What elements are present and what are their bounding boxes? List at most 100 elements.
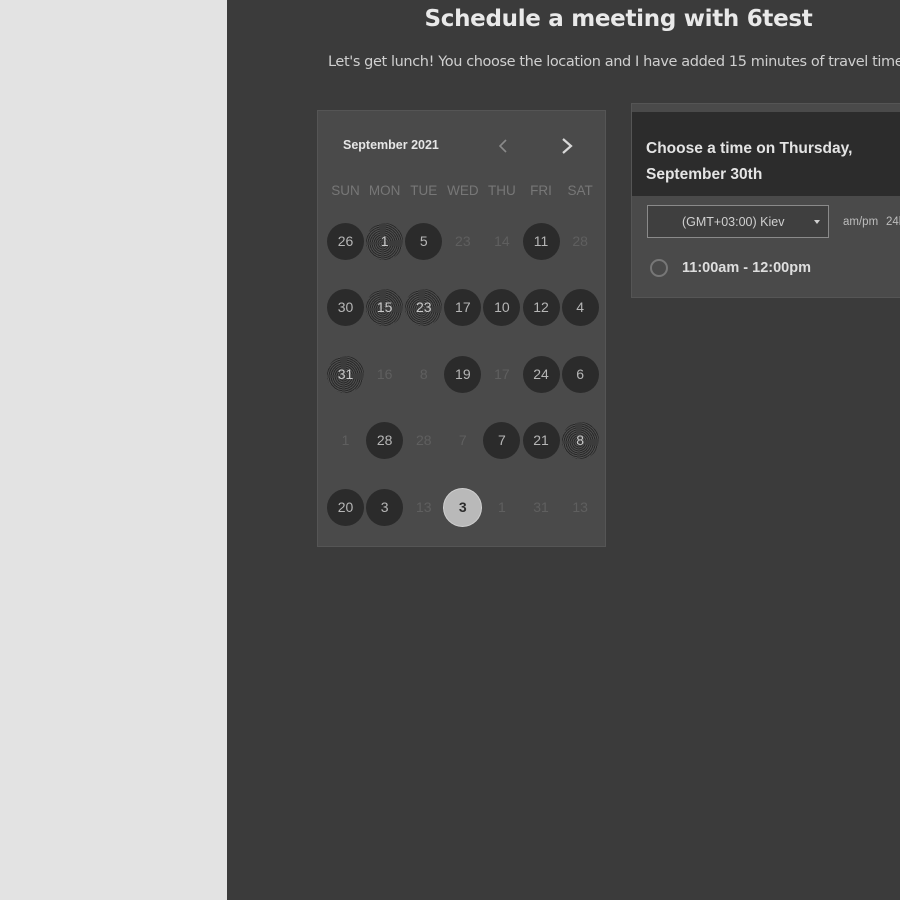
weekday-label: TUE (410, 183, 438, 198)
calendar-day: 8 (404, 354, 443, 394)
calendar-day-number: 16 (376, 366, 393, 382)
calendar-day: 28 (561, 221, 600, 261)
calendar-day-number: 17 (444, 288, 482, 326)
calendar-day: 28 (404, 420, 443, 460)
calendar-day-number: 28 (572, 233, 588, 249)
timezone-value: (GMT+03:00) Kiev (682, 214, 785, 229)
calendar-day: 7 (443, 420, 482, 460)
calendar-day[interactable]: 15 (365, 287, 404, 327)
calendar-week-row: 31 16 8 19 17 24 6 (326, 354, 600, 394)
calendar-day-number: 30 (327, 288, 365, 326)
caret-down-icon (814, 220, 820, 224)
calendar-day[interactable]: 20 (326, 487, 365, 527)
calendar-month-label: September 2021 (343, 138, 439, 152)
main-content: Schedule a meeting with 6test Let's get … (227, 0, 900, 900)
calendar-day-number: 6 (561, 355, 599, 393)
calendar-day-number: 28 (366, 421, 404, 459)
calendar-day-number: 3 (444, 488, 482, 526)
calendar-day-number: 4 (561, 288, 599, 326)
calendar-day: 23 (443, 221, 482, 261)
previous-month-button[interactable] (492, 135, 514, 157)
format-24h-toggle[interactable]: 24h (886, 216, 900, 228)
time-panel-title: Choose a time on Thursday, September 30t… (646, 140, 853, 183)
calendar-day[interactable]: 17 (443, 287, 482, 327)
calendar-day-number: 15 (366, 288, 404, 326)
calendar-day-number: 1 (366, 222, 404, 260)
calendar-day-number: 12 (522, 288, 560, 326)
calendar-day-number: 1 (498, 499, 506, 515)
time-slot-label: 11:00am - 12:00pm (682, 260, 811, 276)
calendar-day: 31 (521, 487, 560, 527)
page-title: Schedule a meeting with 6test (424, 6, 813, 32)
time-selection-panel: Choose a time on Thursday, September 30t… (631, 103, 900, 298)
calendar-day[interactable]: 12 (521, 287, 560, 327)
calendar-day[interactable]: 4 (561, 287, 600, 327)
calendar-day-number: 31 (327, 355, 365, 393)
weekday-label: FRI (530, 183, 552, 198)
calendar-day-number: 8 (419, 366, 428, 382)
calendar-day[interactable]: 31 (326, 354, 365, 394)
radio-icon (650, 259, 668, 277)
calendar-week-row: 20 3 13 3 1 31 13 (326, 487, 600, 527)
next-month-button[interactable] (556, 135, 578, 157)
calendar-day: 16 (365, 354, 404, 394)
calendar-day[interactable]: 6 (561, 354, 600, 394)
chevron-left-icon (498, 139, 507, 153)
calendar-day-number: 23 (405, 288, 443, 326)
calendar-day[interactable]: 30 (326, 287, 365, 327)
calendar-day-number: 13 (415, 499, 432, 515)
calendar-day-number: 28 (415, 432, 432, 448)
calendar-week-row: 26 1 5 23 14 11 28 (326, 221, 600, 261)
calendar-day-number: 17 (494, 366, 510, 382)
weekday-header-row: SUN MON TUE WED THU FRI SAT (326, 183, 600, 198)
weekday-label: WED (447, 183, 479, 198)
time-panel-header: Choose a time on Thursday, September 30t… (632, 112, 900, 196)
calendar-day-number: 11 (522, 222, 560, 260)
calendar-day[interactable]: 7 (482, 420, 521, 460)
calendar-day[interactable]: 19 (443, 354, 482, 394)
calendar-day[interactable]: 28 (365, 420, 404, 460)
calendar-day-number: 7 (458, 432, 467, 448)
calendar-day-number: 1 (341, 432, 350, 448)
format-ampm-toggle[interactable]: am/pm (843, 216, 878, 228)
chevron-right-icon (562, 138, 573, 154)
weekday-label: SUN (331, 183, 360, 198)
calendar-day-number: 31 (533, 499, 549, 515)
calendar-day-number: 20 (327, 488, 365, 526)
weekday-label: MON (368, 183, 401, 198)
calendar-day: 13 (561, 487, 600, 527)
calendar-week-row: 1 28 28 7 7 21 8 (326, 420, 600, 460)
calendar-day-number: 10 (483, 288, 521, 326)
calendar-day[interactable]: 21 (521, 420, 560, 460)
page-description: Let's get lunch! You choose the location… (328, 54, 900, 70)
calendar-day[interactable]: 10 (482, 287, 521, 327)
calendar-day: 1 (326, 420, 365, 460)
calendar-day[interactable]: 8 (561, 420, 600, 460)
time-slot-option[interactable]: 11:00am - 12:00pm (650, 259, 811, 277)
calendar-day-number: 19 (444, 355, 482, 393)
calendar-day[interactable]: 24 (521, 354, 560, 394)
timezone-select[interactable]: (GMT+03:00) Kiev (647, 205, 829, 238)
calendar-day-selected[interactable]: 3 (443, 487, 482, 527)
calendar-day-number: 26 (327, 222, 365, 260)
calendar-day-number: 13 (572, 499, 588, 515)
calendar-day-number: 14 (494, 233, 510, 249)
calendar-day-number: 21 (522, 421, 560, 459)
calendar-day: 1 (482, 487, 521, 527)
calendar-day-grid: 26 1 5 23 14 11 28 30 15 23 17 10 12 4 31 16 8 19 17 24 6 1 28… (326, 221, 600, 541)
weekday-label: THU (488, 183, 516, 198)
calendar-day-number: 8 (561, 421, 599, 459)
calendar-day[interactable]: 3 (365, 487, 404, 527)
calendar-day[interactable]: 5 (404, 221, 443, 261)
calendar-day[interactable]: 23 (404, 287, 443, 327)
calendar-day-number: 5 (405, 222, 443, 260)
calendar-day-number: 3 (366, 488, 404, 526)
calendar-day[interactable]: 26 (326, 221, 365, 261)
calendar-day: 13 (404, 487, 443, 527)
calendar-day[interactable]: 11 (521, 221, 560, 261)
calendar-day: 14 (482, 221, 521, 261)
calendar-panel: September 2021 SUN MON TUE WED THU FRI SAT 26 1… (317, 110, 606, 547)
calendar-day: 17 (482, 354, 521, 394)
calendar-day[interactable]: 1 (365, 221, 404, 261)
weekday-label: SAT (567, 183, 593, 198)
